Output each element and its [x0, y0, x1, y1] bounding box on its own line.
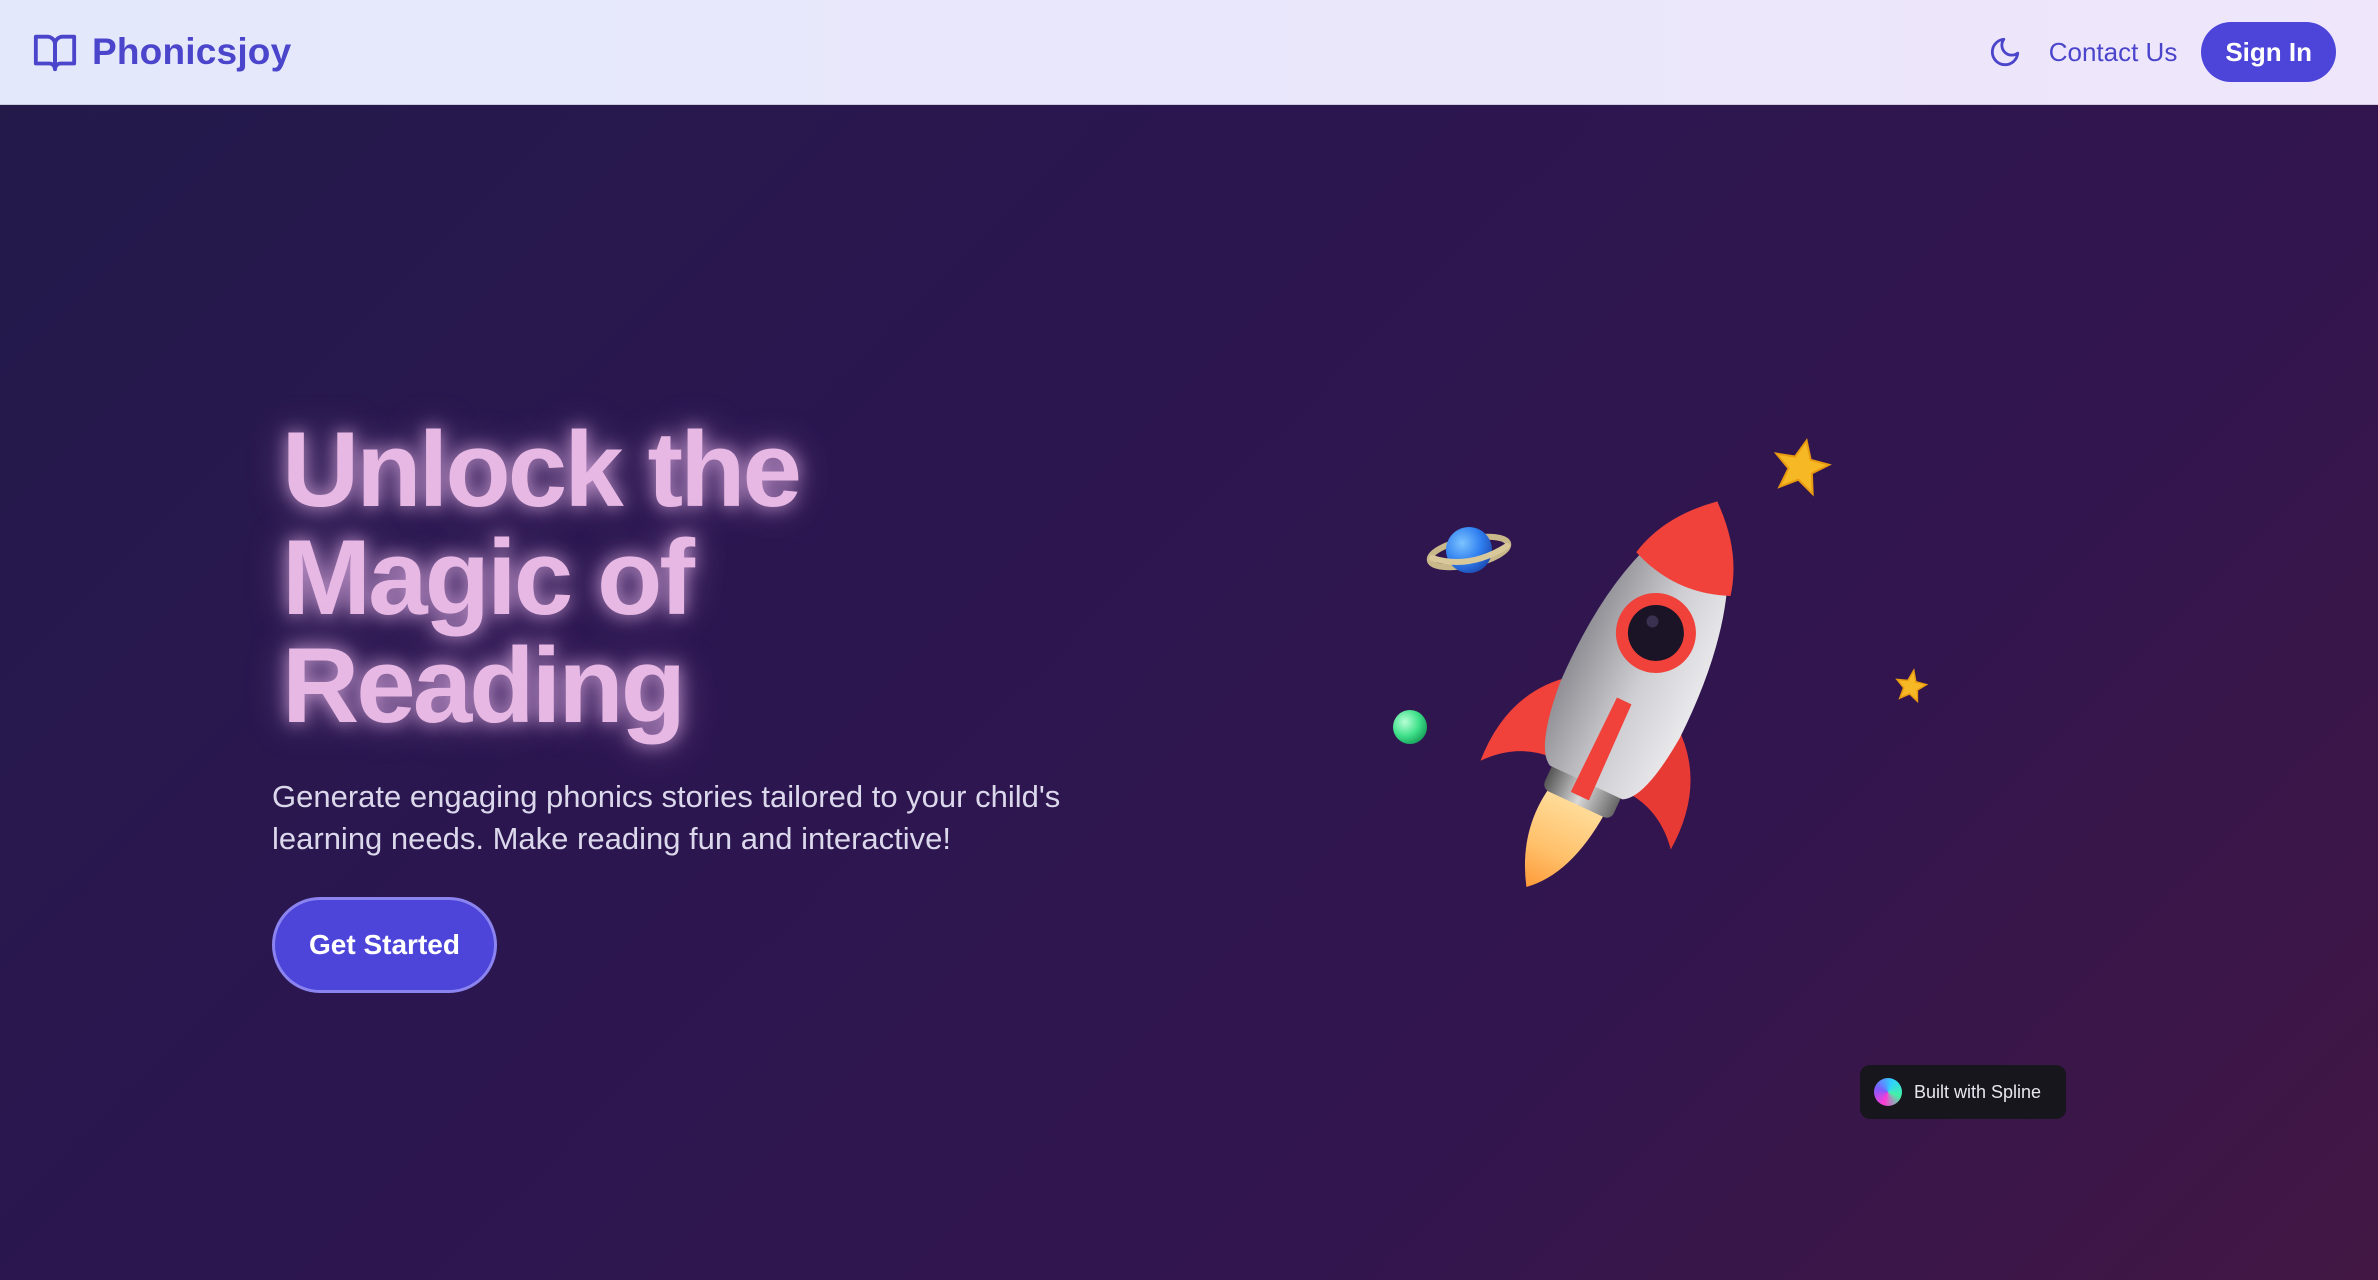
spline-logo-icon [1874, 1078, 1902, 1106]
green-orb-icon [1393, 710, 1427, 744]
hero-title-line: Unlock the [282, 409, 802, 529]
small-star-icon [1895, 668, 1929, 704]
theme-toggle-button[interactable] [1985, 32, 2025, 72]
rocket-scene[interactable] [1370, 420, 1950, 920]
hero-title: Unlock the Magic of Reading [282, 415, 982, 739]
hero-title-line: Reading [282, 625, 686, 745]
brand[interactable]: Phonicsjoy [32, 29, 291, 75]
top-navbar: Phonicsjoy Contact Us Sign In [0, 0, 2378, 105]
sign-in-button[interactable]: Sign In [2201, 22, 2336, 82]
get-started-button[interactable]: Get Started [272, 897, 497, 993]
spline-badge-label: Built with Spline [1914, 1081, 2042, 1102]
open-book-icon [32, 29, 78, 75]
rocket-icon [1480, 501, 1734, 888]
hero-subtitle: Generate engaging phonics stories tailor… [272, 779, 1061, 856]
built-with-spline-badge[interactable]: Built with Spline [1860, 1065, 2066, 1119]
moon-icon [1990, 37, 2019, 67]
nav-actions: Contact Us Sign In [1985, 22, 2336, 82]
planet-icon [1426, 527, 1512, 573]
hero-title-line: Magic of [282, 517, 695, 637]
contact-us-link[interactable]: Contact Us [2049, 37, 2178, 68]
star-icon [1773, 438, 1832, 497]
brand-name: Phonicsjoy [92, 31, 292, 72]
